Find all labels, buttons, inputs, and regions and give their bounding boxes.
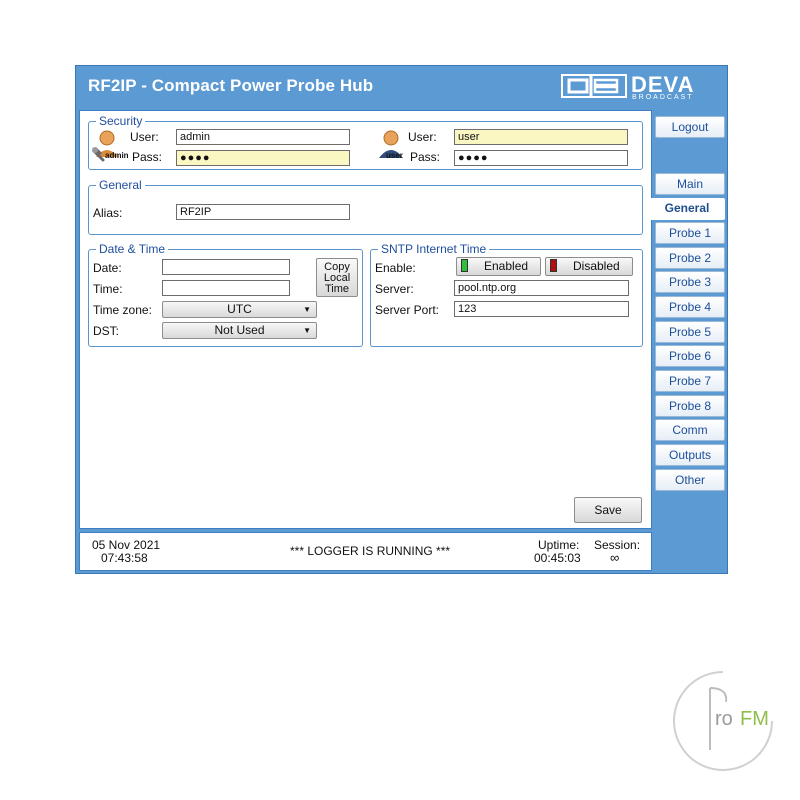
- tab-outputs[interactable]: Outputs: [655, 444, 725, 466]
- time-label: Time:: [93, 282, 123, 296]
- sntp-enabled-label: Enabled: [484, 259, 529, 273]
- session-value: ∞: [610, 550, 620, 565]
- tab-probe-3[interactable]: Probe 3: [655, 271, 725, 293]
- user-pass-input[interactable]: ●●●●: [454, 150, 628, 166]
- alias-input[interactable]: RF2IP: [176, 204, 350, 220]
- sntp-server-label: Server:: [375, 282, 414, 296]
- sntp-server-input[interactable]: pool.ntp.org: [454, 280, 629, 296]
- sntp-disabled-label: Disabled: [573, 259, 620, 273]
- app-window: RF2IP - Compact Power Probe Hub DEVA BRO…: [75, 65, 728, 574]
- tab-probe-7[interactable]: Probe 7: [655, 370, 725, 392]
- logger-status: *** LOGGER IS RUNNING ***: [290, 544, 451, 558]
- general-section: General: [88, 178, 643, 235]
- admin-user-label: User:: [130, 130, 159, 144]
- logout-button[interactable]: Logout: [655, 116, 725, 138]
- timezone-select[interactable]: UTC ▼: [162, 301, 317, 318]
- watermark-ro-text: ro: [715, 708, 733, 730]
- general-legend: General: [99, 178, 142, 192]
- time-input[interactable]: [162, 280, 290, 296]
- chevron-down-icon: ▼: [303, 305, 311, 314]
- uptime-value: 00:45:03: [534, 551, 581, 565]
- sntp-legend: SNTP Internet Time: [381, 242, 487, 256]
- timezone-value: UTC: [227, 302, 252, 316]
- copy-local-time-button[interactable]: Copy Local Time: [316, 258, 358, 297]
- user-badge: user: [386, 151, 403, 160]
- save-button[interactable]: Save: [574, 497, 642, 523]
- tab-main[interactable]: Main: [655, 173, 725, 195]
- uptime-label: Uptime:: [538, 538, 580, 552]
- app-title: RF2IP - Compact Power Probe Hub: [88, 76, 374, 95]
- tab-comm[interactable]: Comm: [655, 419, 725, 441]
- status-time: 07:43:58: [101, 551, 148, 565]
- watermark-fm-text: FM: [740, 708, 769, 730]
- admin-user-input[interactable]: admin: [176, 129, 350, 145]
- dst-label: DST:: [93, 324, 120, 338]
- sidebar: Logout Main General Probe 1 Probe 2 Prob…: [649, 110, 727, 573]
- sntp-disabled-button[interactable]: Disabled: [545, 257, 633, 276]
- sntp-port-label: Server Port:: [375, 303, 440, 317]
- copy-line-3: Time: [324, 283, 350, 295]
- led-on-icon: [461, 259, 468, 272]
- user-user-input[interactable]: user: [454, 129, 628, 145]
- tab-probe-5[interactable]: Probe 5: [655, 321, 725, 343]
- tab-other[interactable]: Other: [655, 469, 725, 491]
- sntp-enabled-button[interactable]: Enabled: [456, 257, 541, 276]
- admin-badge: admin: [105, 151, 129, 160]
- alias-label: Alias:: [93, 206, 123, 220]
- status-date: 05 Nov 2021: [92, 538, 161, 552]
- tab-probe-2[interactable]: Probe 2: [655, 247, 725, 269]
- logo-sub-text: BROADCAST: [632, 94, 694, 101]
- sntp-port-input[interactable]: 123: [454, 301, 629, 317]
- admin-pass-label: Pass:: [132, 150, 163, 164]
- date-time-legend: Date & Time: [99, 242, 166, 256]
- deva-logo-mark-icon: [561, 74, 627, 98]
- deva-logo: DEVA BROADCAST: [561, 72, 719, 102]
- profm-watermark: ro FM: [668, 666, 778, 776]
- dst-value: Not Used: [214, 323, 265, 337]
- tab-probe-6[interactable]: Probe 6: [655, 345, 725, 367]
- tab-probe-1[interactable]: Probe 1: [655, 222, 725, 244]
- tab-probe-8[interactable]: Probe 8: [655, 395, 725, 417]
- sntp-enable-label: Enable:: [375, 261, 416, 275]
- led-off-icon: [550, 259, 557, 272]
- user-user-label: User:: [408, 130, 437, 144]
- tab-probe-4[interactable]: Probe 4: [655, 296, 725, 318]
- main-panel: Security admin User: admin Pass: ●●●● us…: [79, 110, 652, 529]
- chevron-down-icon: ▼: [303, 326, 311, 335]
- tab-general[interactable]: General: [649, 198, 725, 220]
- status-bar: 05 Nov 2021 07:43:58 *** LOGGER IS RUNNI…: [79, 532, 652, 571]
- user-pass-label: Pass:: [410, 150, 441, 164]
- title-bar: RF2IP - Compact Power Probe Hub DEVA BRO…: [76, 66, 727, 106]
- dst-select[interactable]: Not Used ▼: [162, 322, 317, 339]
- security-legend: Security: [99, 114, 143, 128]
- admin-pass-input[interactable]: ●●●●: [176, 150, 350, 166]
- date-input[interactable]: [162, 259, 290, 275]
- timezone-label: Time zone:: [93, 303, 152, 317]
- date-label: Date:: [93, 261, 122, 275]
